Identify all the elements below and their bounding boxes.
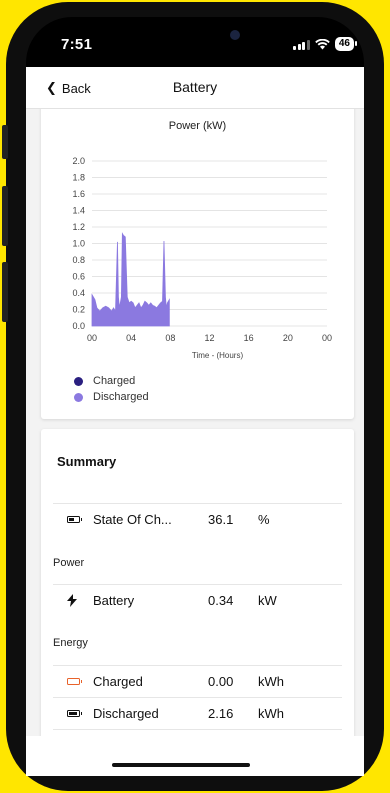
y-tick-label: 1.6 [72,189,85,199]
chart-legend: Charged Discharged [74,373,149,405]
row-divider [53,729,342,730]
row-value: 0.34 [208,593,234,608]
y-tick-label: 1.8 [72,173,85,183]
row-value: 0.00 [208,674,234,689]
row-label: Battery [93,593,135,608]
series-area-discharged [91,232,170,327]
page-title: Battery [172,79,218,95]
row-unit: kWh [258,674,284,689]
legend-item-discharged[interactable]: Discharged [74,389,149,405]
battery-empty-icon [53,678,93,685]
row-value: 2.16 [208,706,234,721]
x-tick-label: 04 [126,333,136,343]
legend-dot-charged [74,376,83,386]
y-tick-label: 0.4 [72,288,85,298]
side-button [2,125,8,159]
bottom-bar [26,736,364,776]
row-unit: % [258,512,270,527]
y-tick-label: 1.4 [72,206,85,216]
summary-row-battery-power[interactable]: Battery 0.34 kW [53,584,342,616]
y-tick-label: 0.2 [72,305,85,315]
x-tick-label: 00 [87,333,97,343]
app-screen: ❮ Back Battery Power (kW) 0.0 0.2 0.4 0.6 0.… [26,67,364,776]
summary-row-charged[interactable]: Charged 0.00 kWh [53,665,342,697]
wifi-icon [315,38,330,49]
y-tick-label: 0.6 [72,272,85,282]
camera-icon [230,30,240,40]
row-label: Charged [93,674,143,689]
legend-label-charged: Charged [93,375,136,387]
legend-dot-discharged [74,392,83,402]
power-chart: 0.0 0.2 0.4 0.6 0.8 1.0 1.2 1.4 1.6 1.8 2.0 00 04 08 1… [72,156,332,360]
x-tick-label: 08 [165,333,175,343]
side-button [2,262,8,322]
battery-full-icon [53,710,93,717]
home-indicator[interactable] [112,763,250,767]
row-unit: kWh [258,706,284,721]
lightning-icon [53,594,93,607]
summary-card: Summary State Of Ch... 36.1 % Power Batt… [41,429,354,776]
legend-item-charged[interactable]: Charged [74,373,149,389]
section-label-power: Power [53,557,85,569]
section-label-energy: Energy [53,637,88,649]
x-tick-label: 00 [322,333,332,343]
x-axis-label: Time - (Hours) [192,351,244,360]
status-icons: 46 [293,37,358,51]
y-tick-label: 0.8 [72,255,85,265]
row-label: Discharged [93,706,159,721]
power-chart-card: Power (kW) 0.0 0.2 0.4 0.6 0.8 1.0 1.2 1.4 1.6 1.… [41,97,354,419]
x-tick-label: 12 [204,333,214,343]
row-value: 36.1 [208,512,234,527]
signal-icon [293,39,310,50]
battery-half-icon [53,516,93,523]
y-tick-label: 1.2 [72,222,85,232]
dynamic-island [168,27,272,55]
y-tick-label: 1.0 [72,239,85,249]
x-tick-label: 16 [244,333,254,343]
row-label: State Of Ch... [93,512,172,527]
summary-row-discharged[interactable]: Discharged 2.16 kWh [53,697,342,729]
y-tick-label: 2.0 [72,156,85,166]
status-time: 7:51 [61,36,93,53]
battery-status-icon: 46 [334,37,358,51]
summary-row-state-of-charge[interactable]: State Of Ch... 36.1 % [53,503,342,535]
side-button [2,186,8,246]
row-unit: kW [258,593,277,608]
y-tick-label: 0.0 [72,321,85,331]
nav-bar: ❮ Back Battery [26,67,364,109]
legend-label-discharged: Discharged [93,391,149,403]
summary-title: Summary [57,454,117,469]
x-tick-label: 20 [283,333,293,343]
